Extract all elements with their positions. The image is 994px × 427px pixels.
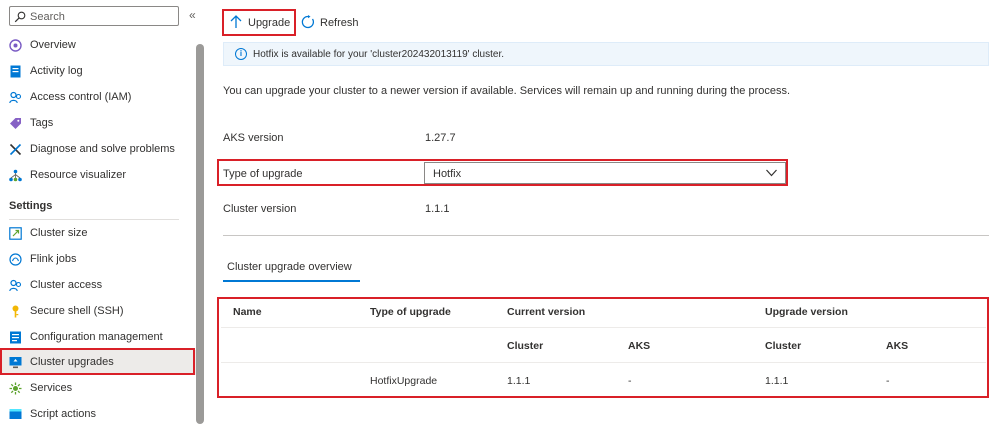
wrench-icon — [9, 143, 22, 156]
aks-version-value: 1.27.7 — [425, 132, 456, 144]
sidebar-item-iam[interactable]: Access control (IAM) — [0, 85, 196, 110]
key-icon — [12, 305, 19, 318]
sidebar-item-activity-log[interactable]: Activity log — [0, 59, 196, 84]
hierarchy-icon — [9, 169, 22, 182]
sidebar-item-tags[interactable]: Tags — [0, 111, 196, 136]
sidebar-item-label: Services — [30, 382, 73, 394]
tab-cluster-upgrade-overview[interactable]: Cluster upgrade overview — [223, 256, 360, 282]
people-icon — [9, 279, 22, 292]
sidebar-item-overview[interactable]: Overview — [0, 33, 196, 58]
search-placeholder: Search — [30, 11, 65, 23]
info-banner: i Hotfix is available for your 'cluster2… — [223, 42, 989, 66]
sidebar-item-label: Cluster access — [30, 279, 103, 291]
resize-icon — [9, 227, 22, 240]
sidebar-item-services[interactable]: Services — [0, 376, 196, 401]
sidebar-item-cluster-size[interactable]: Cluster size — [0, 221, 196, 246]
people-icon — [9, 91, 22, 104]
highlight-box-table — [217, 297, 989, 398]
cluster-version-value: 1.1.1 — [425, 203, 450, 215]
script-icon — [9, 409, 22, 419]
tag-icon — [10, 118, 21, 129]
sidebar-item-label: Flink jobs — [30, 253, 77, 265]
info-icon: i — [235, 48, 247, 60]
sidebar-item-secure-shell[interactable]: Secure shell (SSH) — [0, 299, 196, 324]
tab-label: Cluster upgrade overview — [227, 261, 352, 273]
info-banner-text: Hotfix is available for your 'cluster202… — [253, 49, 504, 60]
highlight-box-cluster-upgrades — [0, 348, 195, 375]
sidebar-item-resource-visualizer[interactable]: Resource visualizer — [0, 163, 196, 188]
overview-icon — [9, 39, 22, 52]
sidebar-item-label: Overview — [30, 39, 76, 51]
page-description: You can upgrade your cluster to a newer … — [223, 85, 791, 97]
services-icon — [9, 382, 22, 395]
refresh-button-label: Refresh — [320, 17, 359, 29]
sidebar-item-flink-jobs[interactable]: Flink jobs — [0, 247, 196, 272]
sidebar-item-label: Diagnose and solve problems — [30, 143, 175, 155]
highlight-box-upgrade — [222, 9, 296, 36]
settings-section-header: Settings — [9, 200, 53, 212]
flink-icon — [9, 253, 22, 266]
highlight-box-upgrade-type — [217, 159, 788, 186]
sidebar-item-label: Secure shell (SSH) — [30, 305, 124, 317]
config-icon — [10, 331, 21, 344]
sidebar-item-label: Access control (IAM) — [30, 91, 132, 103]
sidebar-item-script-actions[interactable]: Script actions — [0, 402, 196, 427]
tab-active-indicator — [223, 280, 360, 282]
aks-version-label: AKS version — [223, 132, 284, 144]
search-icon — [14, 11, 26, 23]
sidebar-item-label: Script actions — [30, 408, 97, 420]
sidebar-item-label: Cluster size — [30, 227, 88, 239]
activity-log-icon — [10, 65, 21, 78]
sidebar-item-configuration-management[interactable]: Configuration management — [0, 325, 196, 350]
refresh-icon — [301, 15, 314, 29]
sidebar-item-label: Configuration management — [30, 331, 163, 343]
sidebar-scrollbar[interactable] — [196, 44, 204, 424]
cluster-version-label: Cluster version — [223, 203, 297, 215]
sidebar-item-label: Tags — [30, 117, 54, 129]
sidebar: Search « Overview Activity log Access co… — [0, 0, 206, 424]
search-input[interactable]: Search — [9, 6, 179, 26]
section-divider — [223, 235, 989, 236]
refresh-button[interactable]: Refresh — [300, 13, 364, 33]
divider — [9, 219, 179, 220]
collapse-sidebar-icon[interactable]: « — [189, 9, 196, 21]
sidebar-item-diagnose[interactable]: Diagnose and solve problems — [0, 137, 196, 162]
sidebar-item-label: Activity log — [30, 65, 83, 77]
sidebar-item-cluster-access[interactable]: Cluster access — [0, 273, 196, 298]
sidebar-item-label: Resource visualizer — [30, 169, 126, 181]
